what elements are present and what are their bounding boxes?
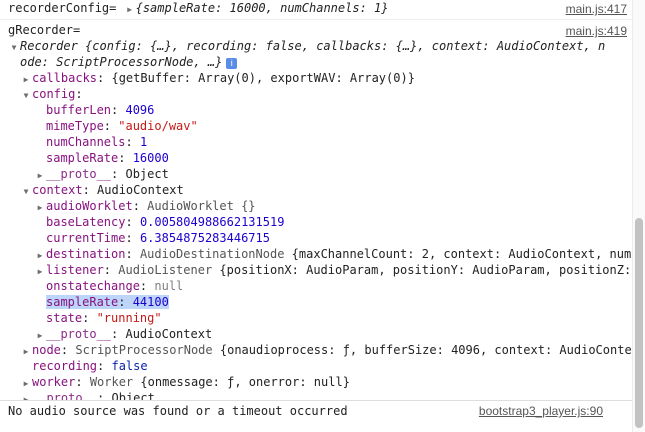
tree-row-listener[interactable]: ▶ listener: AudioListener {positionX: Aud… (0, 262, 633, 278)
collapse-triangle-icon[interactable]: ▼ (8, 40, 20, 54)
source-link[interactable]: main.js:417 (566, 2, 627, 16)
expand-triangle-icon[interactable]: ▶ (124, 2, 136, 18)
expand-triangle-icon[interactable]: ▶ (20, 344, 32, 358)
collapse-triangle-icon[interactable]: ▼ (20, 184, 32, 198)
object-summary[interactable]: {sampleRate: 16000, numChannels: 1} (136, 1, 389, 15)
info-icon[interactable]: i (226, 58, 238, 69)
tree-row-baselatency: baseLatency: 0.005804988662131519 (46, 215, 285, 229)
expand-triangle-icon[interactable]: ▶ (34, 248, 46, 262)
tree-row-context-proto[interactable]: ▶ __proto__: AudioContext (0, 326, 633, 342)
console-message-grecorder: gRecorder= main.js:419 ▼ Recorder {config… (0, 22, 633, 406)
tree-row-recording: recording: false (32, 359, 148, 373)
tree-row-node[interactable]: ▶ node: ScriptProcessorNode {onaudioproce… (0, 342, 633, 358)
error-text: No audio source was found or a timeout o… (8, 404, 348, 418)
tree-row-mimetype: mimeType: "audio/wav" (46, 119, 198, 133)
expand-triangle-icon[interactable]: ▶ (34, 168, 46, 182)
tree-row-config[interactable]: ▼ config: (0, 86, 633, 102)
tree-row-samplerate: sampleRate: 16000 (46, 151, 169, 165)
expand-triangle-icon[interactable]: ▶ (20, 376, 32, 390)
tree-row-numchannels: numChannels: 1 (46, 135, 148, 149)
tree-row-destination[interactable]: ▶ destination: AudioDestinationNode {maxC… (0, 246, 633, 262)
vertical-scrollbar[interactable] (632, 0, 645, 432)
tree-row-onstatechange: onstatechange: null (46, 279, 184, 293)
tree-row-bufferlen: bufferLen: 4096 (46, 103, 155, 117)
tree-row-worker[interactable]: ▶ worker: Worker {onmessage: ƒ, onerror: … (0, 374, 633, 390)
console-message-recorder-config: recorderConfig= ▶ {sampleRate: 16000, num… (0, 0, 633, 20)
message-prefix: recorderConfig= (8, 1, 117, 15)
expand-triangle-icon[interactable]: ▶ (20, 72, 32, 86)
console-panel: recorderConfig= ▶ {sampleRate: 16000, num… (0, 0, 633, 432)
tree-row-currenttime: currentTime: 6.3854875283446715 (46, 231, 270, 245)
expand-triangle-icon[interactable]: ▶ (34, 328, 46, 342)
selection-highlight: sampleRate: 44100 (46, 295, 169, 309)
expand-triangle-icon[interactable]: ▶ (34, 264, 46, 278)
recorder-summary[interactable]: Recorder {config: {…}, recording: false,… (20, 39, 605, 53)
source-link[interactable]: bootstrap3_player.js:90 (479, 404, 603, 418)
tree-row-context[interactable]: ▼ context: AudioContext (0, 182, 633, 198)
tree-row-context-samplerate: sampleRate: 44100 (0, 294, 633, 310)
message-prefix: gRecorder= (8, 23, 81, 37)
tree-row-config-proto[interactable]: ▶ __proto__: Object (0, 166, 633, 182)
source-link[interactable]: main.js:419 (566, 24, 627, 38)
tree-row-state: state: "running" (46, 311, 162, 325)
recorder-summary-cont[interactable]: ode: ScriptProcessorNode, …} (20, 55, 222, 69)
collapse-triangle-icon[interactable]: ▼ (20, 88, 32, 102)
console-message-error: No audio source was found or a timeout o… (0, 400, 633, 423)
expand-triangle-icon[interactable]: ▶ (34, 200, 46, 214)
tree-row-callbacks[interactable]: ▶ callbacks: {getBuffer: Array(0), export… (0, 70, 633, 86)
scrollbar-thumb[interactable] (635, 218, 643, 428)
tree-row-audioworklet[interactable]: ▶ audioWorklet: AudioWorklet {} (0, 198, 633, 214)
